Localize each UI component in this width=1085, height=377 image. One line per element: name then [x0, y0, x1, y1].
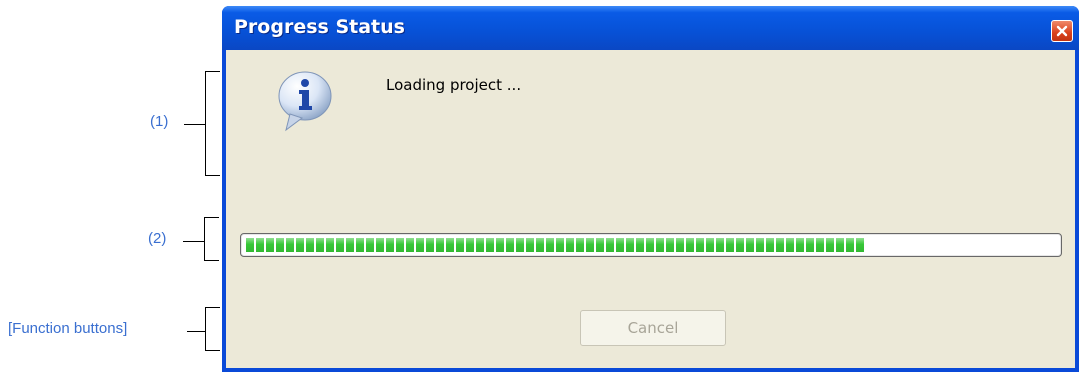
status-message: Loading project ... — [386, 76, 522, 94]
progress-status-dialog: Progress Status Loading project ... Canc… — [222, 6, 1079, 372]
annotation-bracket-2 — [204, 217, 219, 261]
annotation-label-function-buttons: [Function buttons] — [8, 320, 128, 337]
annotation-bracket-3 — [205, 307, 220, 351]
annotation-bracket-1 — [205, 71, 220, 176]
progress-bar-fill — [246, 238, 864, 252]
annotation-tick-2 — [183, 241, 204, 242]
cancel-button[interactable]: Cancel — [580, 310, 726, 346]
close-icon — [1056, 25, 1068, 37]
title-bar[interactable]: Progress Status — [222, 6, 1079, 50]
annotation-label-2: (2) — [148, 230, 167, 247]
annotation-label-1: (1) — [150, 113, 169, 130]
progress-bar — [240, 233, 1062, 257]
dialog-body: Loading project ... Cancel — [226, 50, 1075, 368]
window-title: Progress Status — [234, 16, 405, 38]
info-icon — [278, 71, 332, 132]
annotation-tick-3 — [187, 331, 205, 332]
close-button[interactable] — [1051, 20, 1073, 42]
annotation-tick-1 — [184, 124, 205, 125]
